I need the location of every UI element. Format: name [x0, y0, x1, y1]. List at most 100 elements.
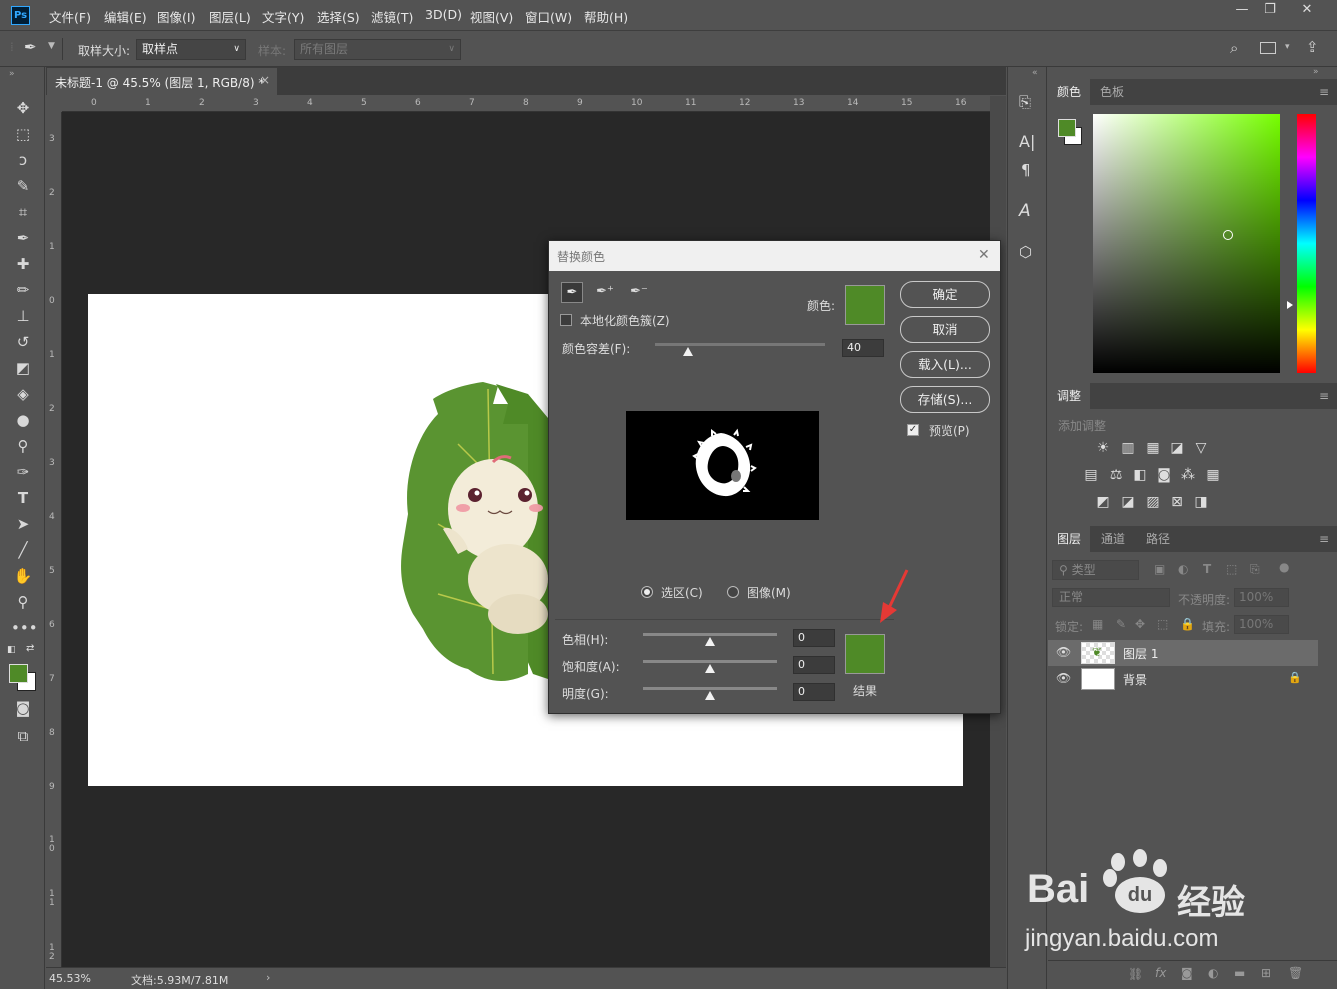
menu-edit[interactable]: 编辑(E): [104, 7, 147, 26]
panel-menu-icon[interactable]: ≡: [1319, 389, 1329, 403]
color-picker-cursor[interactable]: [1223, 230, 1233, 240]
3d-panel-icon[interactable]: ⬡: [1019, 243, 1032, 261]
filter-adjust-icon[interactable]: ◐: [1178, 562, 1188, 576]
path-select-tool-icon[interactable]: ➤: [11, 513, 35, 535]
lightness-input[interactable]: 0: [793, 683, 835, 701]
color-swatch[interactable]: [845, 285, 885, 325]
opacity-input[interactable]: 100%: [1234, 588, 1289, 607]
lightness-slider[interactable]: [643, 687, 777, 690]
hue-slider-thumb[interactable]: [705, 637, 715, 646]
blur-tool-icon[interactable]: ●: [11, 409, 35, 431]
lock-position-icon[interactable]: ✥: [1135, 617, 1145, 631]
hue-saturation-icon[interactable]: ▤: [1082, 467, 1100, 483]
menu-image[interactable]: 图像(I): [157, 7, 195, 26]
marquee-tool-icon[interactable]: ⬚: [11, 123, 35, 145]
new-layer-icon[interactable]: ⊞: [1261, 966, 1271, 980]
selection-radio[interactable]: [641, 586, 653, 598]
screen-mode-icon[interactable]: ⧉: [11, 725, 35, 747]
tab-paths[interactable]: 路径: [1137, 526, 1179, 552]
minimize-button[interactable]: —: [1227, 2, 1257, 22]
swap-colors-icon[interactable]: ⇄: [26, 643, 34, 654]
menu-3d[interactable]: 3D(D): [425, 7, 462, 22]
color-field[interactable]: [1093, 114, 1280, 373]
move-tool-icon[interactable]: ✥: [11, 97, 35, 119]
healing-brush-tool-icon[interactable]: ✚: [11, 253, 35, 275]
panel-menu-icon[interactable]: ≡: [1319, 85, 1329, 99]
saturation-input[interactable]: 0: [793, 656, 835, 674]
zoom-tool-icon[interactable]: ⚲: [11, 591, 35, 613]
curves-icon[interactable]: ▦: [1144, 440, 1162, 456]
quick-mask-icon[interactable]: ◙: [11, 697, 35, 719]
blend-mode-select[interactable]: 正常: [1052, 588, 1170, 607]
menu-filter[interactable]: 滤镜(T): [371, 7, 413, 26]
stamp-tool-icon[interactable]: ⊥: [11, 305, 35, 327]
layer-filter-select[interactable]: ⚲ 类型: [1052, 560, 1139, 580]
hue-slider[interactable]: [643, 633, 777, 636]
share-icon[interactable]: ⇪: [1306, 38, 1319, 56]
lock-all-icon[interactable]: 🔒: [1180, 617, 1195, 631]
eraser-tool-icon[interactable]: ◩: [11, 357, 35, 379]
add-mask-icon[interactable]: ◙: [1181, 966, 1193, 980]
posterize-icon[interactable]: ◪: [1119, 494, 1137, 510]
sample-select[interactable]: 所有图层 ∨: [294, 39, 461, 60]
tab-swatches[interactable]: 色板: [1091, 79, 1133, 105]
status-menu-icon[interactable]: ›: [266, 971, 270, 984]
link-layers-icon[interactable]: ⛓: [1128, 967, 1143, 981]
black-white-icon[interactable]: ◧: [1131, 467, 1149, 483]
fx-icon[interactable]: fx: [1155, 966, 1166, 980]
image-radio[interactable]: [727, 586, 739, 598]
collapse-icon[interactable]: »: [9, 69, 15, 79]
pen-tool-icon[interactable]: ✑: [11, 461, 35, 483]
panel-foreground-color[interactable]: [1058, 119, 1076, 137]
menu-type[interactable]: 文字(Y): [262, 7, 304, 26]
localized-checkbox[interactable]: [560, 314, 572, 326]
filter-toggle-icon[interactable]: ●: [1279, 560, 1289, 574]
type-tool-icon[interactable]: T: [11, 487, 35, 509]
ok-button[interactable]: 确定: [900, 281, 990, 308]
threshold-icon[interactable]: ▨: [1144, 494, 1162, 510]
invert-icon[interactable]: ◩: [1094, 494, 1112, 510]
new-group-icon[interactable]: ▬: [1234, 966, 1245, 980]
delete-layer-icon[interactable]: 🗑: [1288, 966, 1303, 980]
eyedropper-tool-icon[interactable]: ✒: [11, 227, 35, 249]
chevron-down-icon[interactable]: ▼: [48, 41, 55, 51]
filter-shape-icon[interactable]: ⬚: [1226, 562, 1237, 576]
history-brush-tool-icon[interactable]: ↺: [11, 331, 35, 353]
visibility-eye-icon[interactable]: 👁: [1056, 645, 1071, 659]
result-swatch[interactable]: [845, 634, 885, 674]
saturation-slider[interactable]: [643, 660, 777, 663]
visibility-eye-icon[interactable]: 👁: [1056, 671, 1071, 685]
restore-button[interactable]: ❐: [1255, 2, 1285, 22]
lock-artboard-icon[interactable]: ⬚: [1157, 617, 1168, 631]
dialog-close-icon[interactable]: ✕: [978, 247, 990, 263]
default-colors-icon[interactable]: ◧: [7, 645, 16, 655]
load-button[interactable]: 载入(L)...: [900, 351, 990, 378]
paragraph-panel-icon[interactable]: ¶: [1021, 161, 1031, 179]
menu-window[interactable]: 窗口(W): [525, 7, 572, 26]
tab-layers[interactable]: 图层: [1048, 526, 1091, 552]
vibrance-icon[interactable]: ▽: [1192, 440, 1210, 456]
new-adjustment-icon[interactable]: ◐: [1208, 966, 1218, 980]
color-balance-icon[interactable]: ⚖: [1107, 467, 1125, 483]
fuzziness-slider-thumb[interactable]: [683, 347, 693, 356]
menu-select[interactable]: 选择(S): [317, 7, 360, 26]
lock-paint-icon[interactable]: ✎: [1116, 617, 1126, 631]
saturation-slider-thumb[interactable]: [705, 664, 715, 673]
foreground-color-swatch[interactable]: [9, 664, 28, 683]
search-icon[interactable]: ⌕: [1230, 39, 1238, 57]
channel-mixer-icon[interactable]: ⁂: [1179, 467, 1197, 483]
levels-icon[interactable]: ▥: [1119, 440, 1137, 456]
menu-layer[interactable]: 图层(L): [209, 7, 251, 26]
paint-bucket-tool-icon[interactable]: ◈: [11, 383, 35, 405]
character-panel-icon[interactable]: A|: [1019, 132, 1035, 151]
eyedropper-icon[interactable]: ✒: [561, 282, 583, 303]
tab-color[interactable]: 颜色: [1048, 79, 1091, 105]
save-button[interactable]: 存储(S)...: [900, 386, 990, 413]
menu-view[interactable]: 视图(V): [470, 7, 513, 26]
crop-tool-icon[interactable]: ⌗: [11, 201, 35, 223]
panel-menu-icon[interactable]: ≡: [1319, 532, 1329, 546]
sample-size-select[interactable]: 取样点 ∨: [136, 39, 246, 60]
history-panel-icon[interactable]: ⎘: [1019, 93, 1031, 111]
tab-close-icon[interactable]: ×: [260, 73, 270, 87]
brightness-icon[interactable]: ☀: [1094, 440, 1112, 456]
